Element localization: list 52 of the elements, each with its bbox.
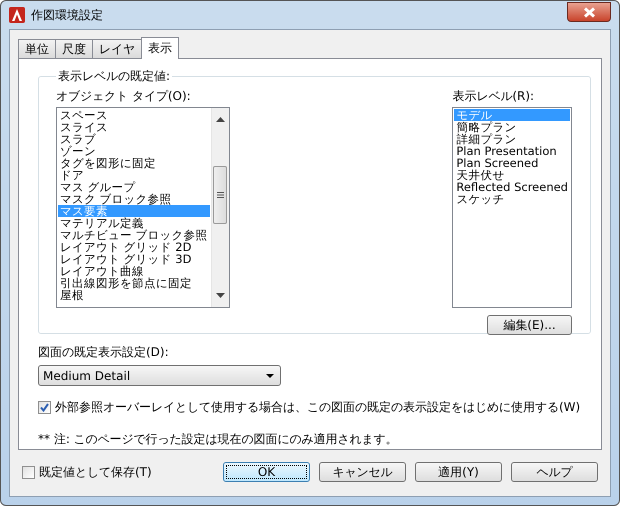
scroll-down-icon[interactable] [216,293,225,298]
list-item[interactable]: 屋根 [58,289,210,301]
checkbox[interactable] [38,401,51,414]
list-item[interactable]: Plan Screened [454,157,570,169]
dialog-button[interactable]: ヘルプ [511,462,598,482]
list-label: 表示レベル(R): [452,89,536,103]
scroll-thumb[interactable] [213,166,228,224]
note-text: ** 注: このページで行った設定は現在の図面にのみ適用されます。 [38,431,399,448]
list-item[interactable]: レイアウト グリッド 2D [58,241,210,253]
tab[interactable]: 尺度 [55,39,93,58]
dialog-button[interactable]: キャンセル [319,462,406,482]
list-label: オブジェクト タイプ(O): [56,89,192,103]
window-title: 作図環境設定 [31,6,103,24]
display-setting-dropdown[interactable]: Medium Detail [38,365,281,386]
edit-button[interactable]: 編集(E)... [487,315,572,335]
list-item[interactable]: Plan Presentation [454,145,570,157]
list-item[interactable]: スケッチ [454,193,570,205]
list-item[interactable]: マルチビュー ブロック参照 [58,229,210,241]
list-item[interactable]: 詳細プラン [454,133,570,145]
tab[interactable]: 単位 [18,39,56,58]
list-item[interactable]: タグを図形に固定 [58,157,210,169]
display-level-list[interactable]: モデル 簡略プラン 詳細プラン Plan Presentation Plan Screened 天井伏せ Reflected Screened スケッチ [452,107,572,308]
dialog-button[interactable]: OK [223,462,310,482]
close-button[interactable] [567,2,611,22]
list-item[interactable]: スペース [58,109,210,121]
list-item[interactable]: マテリアル定義 [58,217,210,229]
scrollbar[interactable] [210,108,229,307]
list-item[interactable]: ゾーン [58,145,210,157]
scroll-up-icon[interactable] [216,117,225,122]
close-icon[interactable] [582,6,596,18]
tab[interactable]: レイヤ [92,39,142,58]
group-title: 表示レベルの既定値: [57,68,172,85]
object-type-list[interactable]: スペース スライス スラブ ゾーン タグを図形に固定 ドア マス グループ マスク ブロック参照 マス要素 マテリアル定義 マルチビュー ブロック参照 レイアウト グリッド 2D レイアウト グリッド 3D レイアウト曲線 引出線図形を節点に固定 屋根 [56,107,230,308]
checkbox[interactable] [22,466,35,478]
checkbox-label: 既定値として保存(T) [39,464,152,480]
list-item[interactable]: ドア [58,169,210,181]
checkbox-label: 外部参照オーバーレイとして使用する場合は、この図面の既定の表示設定をはじめに使用する(W) [55,399,580,416]
list-item[interactable]: マスク ブロック参照 [58,193,210,205]
list-item[interactable]: スライス [58,121,210,133]
list-item[interactable]: スラブ [58,133,210,145]
list-item[interactable]: レイアウト曲線 [58,265,210,277]
list-item[interactable]: マス グループ [58,181,210,193]
tab[interactable]: 表示 [141,37,179,59]
field-label: 図面の既定表示設定(D): [38,344,170,361]
list-item[interactable]: Reflected Screened [454,181,570,193]
list-item[interactable]: 引出線図形を節点に固定 [58,277,210,289]
caret-icon[interactable] [266,374,274,378]
app-logo-icon [9,7,25,23]
list-item[interactable]: レイアウト グリッド 3D [58,253,210,265]
dialog-button[interactable]: 適用(Y) [415,462,502,482]
list-item[interactable]: 天井伏せ [454,169,570,181]
list-item[interactable]: 簡略プラン [454,121,570,133]
